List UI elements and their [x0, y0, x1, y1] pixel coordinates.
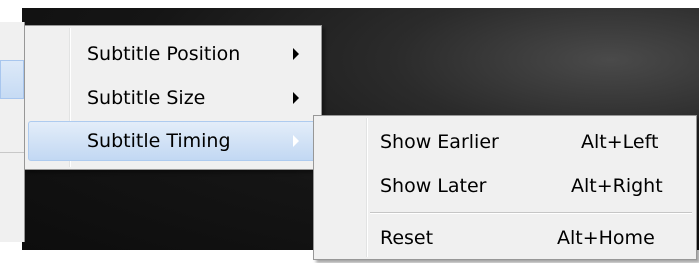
window-edge-top	[0, 0, 699, 8]
menu-item-show-earlier[interactable]: Show Earlier Alt+Left	[317, 122, 691, 162]
submenu-arrow-icon	[293, 135, 299, 147]
submenu-arrow-icon	[293, 48, 299, 60]
menu-item-shortcut: Alt+Right	[571, 175, 663, 197]
menu-item-shortcut: Alt+Home	[557, 227, 655, 249]
menu-separator	[370, 212, 692, 214]
menu-item-label: Subtitle Size	[87, 87, 206, 109]
subtitle-submenu: Subtitle Position Subtitle Size Subtitle…	[24, 25, 322, 170]
menu-item-label: Show Earlier	[380, 131, 499, 153]
menu-item-label: Reset	[380, 227, 434, 249]
parent-menu	[0, 22, 25, 242]
menu-item-label: Subtitle Timing	[87, 130, 231, 152]
menu-item-subtitle-timing[interactable]: Subtitle Timing	[28, 121, 316, 161]
menu-item-show-later[interactable]: Show Later Alt+Right	[317, 166, 691, 206]
menu-item-label: Subtitle Position	[87, 43, 241, 65]
menu-item-subtitle-size[interactable]: Subtitle Size	[28, 78, 316, 118]
menu-item-shortcut: Alt+Left	[581, 131, 659, 153]
parent-menu-highlighted-item[interactable]	[0, 60, 24, 99]
submenu-arrow-icon	[293, 92, 299, 104]
menu-item-label: Show Later	[380, 175, 487, 197]
menu-item-subtitle-position[interactable]: Subtitle Position	[28, 34, 316, 74]
parent-menu-separator	[0, 152, 24, 153]
menu-item-reset[interactable]: Reset Alt+Home	[317, 218, 691, 258]
subtitle-timing-submenu: Show Earlier Alt+Left Show Later Alt+Rig…	[313, 115, 697, 260]
